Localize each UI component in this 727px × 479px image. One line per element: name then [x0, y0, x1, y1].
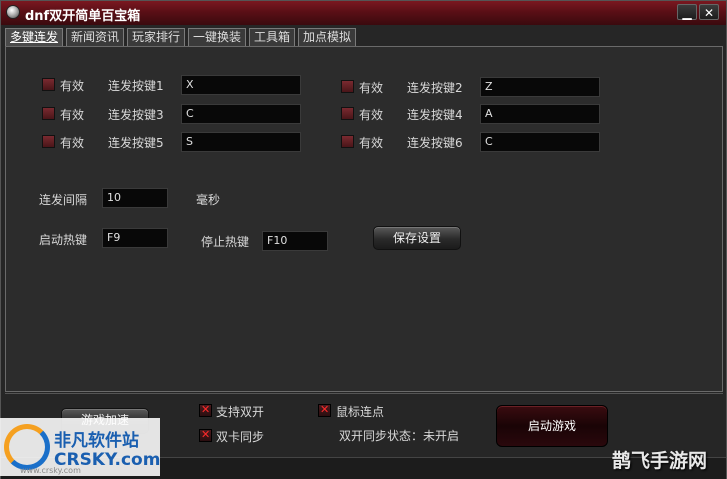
start-hotkey-label: 启动热键 — [39, 233, 88, 247]
key-3-enable-checkbox[interactable] — [42, 107, 55, 120]
key-1-enable-checkbox[interactable] — [42, 78, 55, 91]
key-5-enable-label: 有效 — [60, 136, 85, 150]
key-6-input[interactable]: C — [480, 132, 600, 152]
tab-outfit[interactable]: 一键换装 — [188, 28, 246, 46]
key-2-input[interactable]: Z — [480, 77, 600, 97]
quefei-watermark-logo: 鹊飞手游网 — [612, 450, 708, 472]
crsky-watermark-logo: 非凡软件站 CRSKY.com www.crsky.com — [0, 418, 160, 476]
dual-open-label: 支持双开 — [216, 405, 265, 419]
key-4-input[interactable]: A — [480, 104, 600, 124]
key-3-input[interactable]: C — [181, 104, 301, 124]
tab-multi-key[interactable]: 多键连发 — [5, 28, 63, 46]
tab-news[interactable]: 新闻资讯 — [66, 28, 124, 46]
key-4-enable-checkbox[interactable] — [341, 107, 354, 120]
crsky-ring-icon — [4, 424, 50, 470]
mouse-click-checkbox[interactable] — [318, 403, 331, 417]
key-1-input[interactable]: X — [181, 75, 301, 95]
key-3-enable-label: 有效 — [60, 108, 85, 122]
start-hotkey-input[interactable]: F9 — [102, 228, 168, 248]
key-6-enable-checkbox[interactable] — [341, 135, 354, 148]
key-4-enable-label: 有效 — [359, 108, 384, 122]
app-icon — [6, 5, 20, 19]
key-5-enable-checkbox[interactable] — [42, 135, 55, 148]
key-6-label: 连发按键6 — [407, 136, 463, 150]
window-title: dnf双开简单百宝箱 — [25, 9, 141, 24]
key-4-label: 连发按键4 — [407, 108, 463, 122]
key-2-enable-label: 有效 — [359, 81, 384, 95]
key-3-label: 连发按键3 — [108, 108, 164, 122]
crsky-logo-cn: 非凡软件站 — [54, 431, 139, 451]
stop-hotkey-input[interactable]: F10 — [262, 231, 328, 251]
key-6-enable-label: 有效 — [359, 136, 384, 150]
key-2-label: 连发按键2 — [407, 81, 463, 95]
key-2-enable-checkbox[interactable] — [341, 80, 354, 93]
dual-card-sync-label: 双卡同步 — [216, 430, 265, 444]
stop-hotkey-label: 停止热键 — [201, 235, 250, 249]
tab-ranking[interactable]: 玩家排行 — [127, 28, 185, 46]
minimize-button[interactable]: ▁ — [677, 4, 697, 20]
interval-label: 连发间隔 — [39, 193, 88, 207]
key-1-label: 连发按键1 — [108, 79, 164, 93]
dual-card-sync-checkbox[interactable] — [199, 428, 212, 442]
crsky-logo-url: www.crsky.com — [20, 466, 81, 475]
mouse-click-label: 鼠标连点 — [336, 405, 385, 419]
multi-key-panel: 有效 连发按键1 X 有效 连发按键3 C 有效 连发按键5 S 有效 连发按键… — [5, 46, 723, 392]
interval-unit: 毫秒 — [196, 193, 221, 207]
dual-open-checkbox[interactable] — [199, 403, 212, 417]
app-window: dnf双开简单百宝箱 ▁ ✕ 多键连发 新闻资讯 玩家排行 一键换装 工具箱 加… — [0, 0, 727, 479]
start-game-button[interactable]: 启动游戏 — [496, 405, 608, 447]
save-settings-button[interactable]: 保存设置 — [373, 226, 461, 250]
key-5-label: 连发按键5 — [108, 136, 164, 150]
dual-sync-status: 双开同步状态：未开启 — [339, 429, 460, 443]
tab-toolbox[interactable]: 工具箱 — [249, 28, 295, 46]
close-button[interactable]: ✕ — [699, 4, 719, 20]
tab-point-sim[interactable]: 加点模拟 — [298, 28, 356, 46]
title-bar[interactable]: dnf双开简单百宝箱 ▁ ✕ — [1, 1, 726, 25]
key-1-enable-label: 有效 — [60, 79, 85, 93]
key-5-input[interactable]: S — [181, 132, 301, 152]
interval-input[interactable]: 10 — [102, 188, 168, 208]
